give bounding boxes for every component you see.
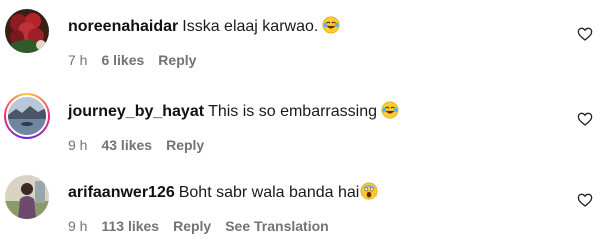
face-screaming-in-fear-icon	[360, 182, 378, 206]
likes-count[interactable]: 43 likes	[101, 137, 152, 153]
timestamp: 9 h	[68, 218, 88, 234]
avatar[interactable]	[4, 93, 50, 139]
comment-text: This is so embarrassing	[208, 103, 378, 120]
avatar[interactable]	[5, 9, 49, 53]
username[interactable]: noreenahaidar	[68, 18, 178, 35]
comment-list: noreenahaidar Isska elaaj karwao. 7 h 6 li…	[0, 0, 600, 245]
comment-meta: 7 h 6 likes Reply	[68, 51, 210, 69]
comment-text: Boht sabr wala banda hai	[178, 184, 360, 201]
comment-text-line: arifaanwer126 Boht sabr wala banda hai	[68, 182, 378, 206]
comment-text: Isska elaaj karwao.	[182, 18, 319, 35]
reply-button[interactable]: Reply	[158, 52, 196, 68]
heart-outline-icon[interactable]	[577, 26, 593, 42]
likes-count[interactable]: 6 likes	[101, 52, 144, 68]
reply-button[interactable]: Reply	[173, 218, 211, 234]
username[interactable]: arifaanwer126	[68, 184, 175, 201]
see-translation-button[interactable]: See Translation	[225, 218, 328, 234]
comment-text-line: noreenahaidar Isska elaaj karwao.	[68, 16, 340, 40]
face-with-tears-of-joy-icon	[322, 16, 340, 40]
comment-item: journey_by_hayat This is so embarrassing …	[0, 91, 600, 161]
avatar[interactable]	[5, 175, 49, 219]
face-with-tears-of-joy-icon	[381, 101, 399, 125]
comment-text-line: journey_by_hayat This is so embarrassing	[68, 101, 399, 125]
comment-meta: 9 h 43 likes Reply	[68, 136, 218, 154]
timestamp: 7 h	[68, 52, 88, 68]
reply-button[interactable]: Reply	[166, 137, 204, 153]
likes-count[interactable]: 113 likes	[101, 218, 159, 234]
comment-item: arifaanwer126 Boht sabr wala banda hai 9 …	[0, 172, 600, 242]
comment-meta: 9 h 113 likes Reply See Translation	[68, 217, 343, 235]
timestamp: 9 h	[68, 137, 88, 153]
heart-outline-icon[interactable]	[577, 111, 593, 127]
comment-item: noreenahaidar Isska elaaj karwao. 7 h 6 li…	[0, 6, 600, 76]
username[interactable]: journey_by_hayat	[68, 103, 204, 120]
heart-outline-icon[interactable]	[577, 192, 593, 208]
